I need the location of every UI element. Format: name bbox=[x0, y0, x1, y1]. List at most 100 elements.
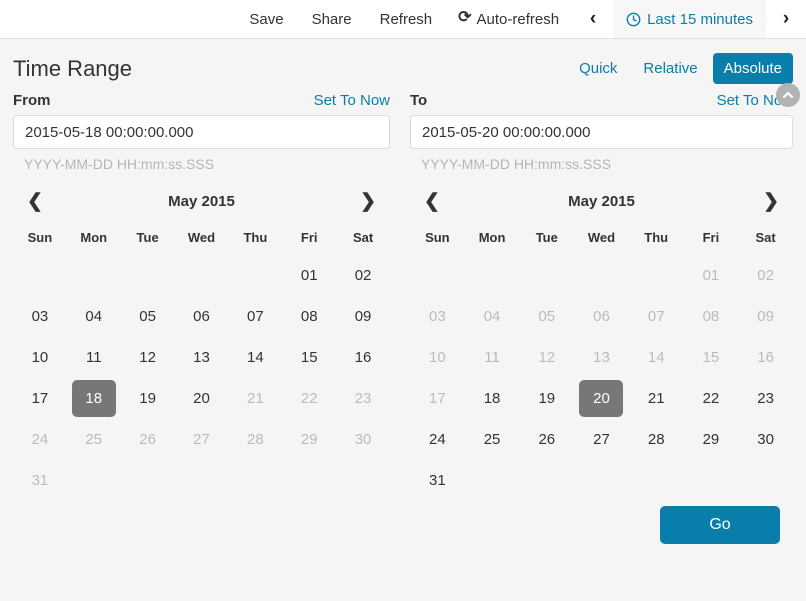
calendar-day[interactable]: 30 bbox=[744, 421, 788, 458]
calendar-cell: 24 bbox=[410, 419, 465, 460]
calendar-day-empty bbox=[579, 462, 623, 499]
day-of-week-header: Sat bbox=[352, 230, 374, 245]
calendar-day[interactable]: 09 bbox=[341, 298, 385, 335]
from-calendar-prev-month-button[interactable]: ❮ bbox=[23, 192, 47, 211]
share-button[interactable]: Share bbox=[298, 0, 366, 38]
calendar-day-empty bbox=[72, 462, 116, 499]
tab-absolute[interactable]: Absolute bbox=[712, 53, 793, 84]
chevron-up-circle-icon[interactable] bbox=[776, 83, 800, 107]
calendar-day[interactable]: 03 bbox=[18, 298, 62, 335]
calendar-day[interactable]: 19 bbox=[525, 380, 569, 417]
calendar-cell: 30 bbox=[336, 419, 390, 460]
calendar-day[interactable]: 26 bbox=[525, 421, 569, 458]
calendar-day[interactable]: 19 bbox=[126, 380, 170, 417]
refresh-button[interactable]: Refresh bbox=[366, 0, 447, 38]
calendar-day[interactable]: 24 bbox=[415, 421, 459, 458]
calendar-cell: 25 bbox=[465, 419, 520, 460]
calendar-day: 15 bbox=[702, 349, 720, 366]
calendar-cell: 28 bbox=[629, 419, 684, 460]
calendar-day-selected[interactable]: 20 bbox=[579, 380, 624, 417]
calendar-day[interactable]: 11 bbox=[72, 339, 116, 376]
calendar-day[interactable]: 16 bbox=[341, 339, 385, 376]
calendar-cell bbox=[465, 460, 520, 501]
to-date-input[interactable] bbox=[410, 115, 793, 149]
calendar-day-empty bbox=[341, 462, 385, 499]
calendar-cell: 20 bbox=[175, 378, 229, 419]
calendar-day[interactable]: 13 bbox=[179, 339, 223, 376]
calendar-day[interactable]: 12 bbox=[126, 339, 170, 376]
calendar-cell bbox=[629, 255, 684, 296]
calendar-day[interactable]: 06 bbox=[179, 298, 223, 335]
calendar-day-empty bbox=[579, 257, 623, 294]
calendar-day[interactable]: 01 bbox=[287, 257, 331, 294]
calendar-day[interactable]: 29 bbox=[689, 421, 733, 458]
calendar-cell bbox=[175, 460, 229, 501]
auto-refresh-button[interactable]: ⟳ Auto-refresh bbox=[446, 0, 573, 38]
calendar-cell: 16 bbox=[336, 337, 390, 378]
calendar-day: 04 bbox=[483, 308, 501, 325]
from-date-input[interactable] bbox=[13, 115, 390, 149]
time-range-next-button[interactable]: › bbox=[766, 0, 806, 38]
from-calendar-title: May 2015 bbox=[168, 192, 235, 210]
calendar-cell: 29 bbox=[684, 419, 739, 460]
calendar-day: 14 bbox=[647, 349, 665, 366]
calendar-day: 21 bbox=[247, 390, 264, 407]
tab-relative[interactable]: Relative bbox=[632, 53, 708, 84]
calendar-day[interactable]: 28 bbox=[634, 421, 678, 458]
calendar-day[interactable]: 14 bbox=[233, 339, 277, 376]
calendar-day-selected[interactable]: 18 bbox=[71, 380, 116, 417]
chevron-left-icon: ‹ bbox=[589, 8, 597, 29]
calendar-day: 10 bbox=[429, 349, 446, 366]
calendar-day: 31 bbox=[31, 472, 49, 489]
calendar-day[interactable]: 21 bbox=[634, 380, 678, 417]
tab-quick[interactable]: Quick bbox=[568, 53, 628, 84]
from-set-to-now-link[interactable]: Set To Now bbox=[314, 92, 390, 109]
time-range-prev-button[interactable]: ‹ bbox=[573, 0, 614, 38]
to-calendar-next-month-button[interactable]: ❯ bbox=[759, 192, 783, 211]
from-calendar: ❮ May 2015 ❯ Sun Mon Tue Wed Thu Fri Sat 01 02 03… bbox=[13, 186, 390, 501]
calendar-day[interactable]: 17 bbox=[18, 380, 62, 417]
time-range-display-button[interactable]: Last 15 minutes bbox=[613, 0, 766, 38]
day-of-week-header: Sun bbox=[27, 230, 53, 245]
calendar-day-empty bbox=[179, 462, 223, 499]
calendar-cell: 18 bbox=[67, 378, 121, 419]
calendar-day[interactable]: 04 bbox=[72, 298, 116, 335]
calendar-day[interactable]: 02 bbox=[341, 257, 385, 294]
calendar-cell bbox=[175, 255, 229, 296]
save-button[interactable]: Save bbox=[235, 0, 297, 38]
calendar-day[interactable]: 15 bbox=[287, 339, 331, 376]
calendar-day[interactable]: 27 bbox=[579, 421, 623, 458]
to-calendar-prev-month-button[interactable]: ❮ bbox=[420, 192, 444, 211]
calendar-day-empty bbox=[287, 462, 331, 499]
calendar-day[interactable]: 23 bbox=[744, 380, 788, 417]
from-calendar-next-month-button[interactable]: ❯ bbox=[356, 192, 380, 211]
calendar-day: 17 bbox=[429, 390, 446, 407]
calendar-day[interactable]: 05 bbox=[126, 298, 170, 335]
calendar-day[interactable]: 10 bbox=[18, 339, 62, 376]
calendar-day[interactable]: 20 bbox=[179, 380, 223, 417]
calendar-day[interactable]: 08 bbox=[287, 298, 331, 335]
panel-footer: Go bbox=[13, 501, 793, 544]
calendar-cell: 04 bbox=[465, 296, 520, 337]
from-to-columns: From Set To Now YYYY-MM-DD HH:mm:ss.SSS … bbox=[13, 92, 793, 501]
calendar-day[interactable]: 25 bbox=[470, 421, 514, 458]
calendar-day: 25 bbox=[85, 431, 103, 448]
to-calendar-title: May 2015 bbox=[568, 192, 635, 210]
calendar-day-empty bbox=[179, 257, 223, 294]
calendar-day: 24 bbox=[31, 431, 49, 448]
calendar-cell: 02 bbox=[738, 255, 793, 296]
calendar-day[interactable]: 18 bbox=[470, 380, 514, 417]
calendar-cell: 01 bbox=[282, 255, 336, 296]
day-of-week-header: Fri bbox=[702, 230, 720, 245]
calendar-cell bbox=[67, 255, 121, 296]
calendar-cell: 04 bbox=[67, 296, 121, 337]
calendar-cell: 19 bbox=[519, 378, 574, 419]
calendar-cell: 09 bbox=[738, 296, 793, 337]
calendar-day[interactable]: 07 bbox=[233, 298, 277, 335]
calendar-cell: 26 bbox=[519, 419, 574, 460]
calendar-day[interactable]: 31 bbox=[415, 462, 459, 499]
calendar-cell: 22 bbox=[684, 378, 739, 419]
calendar-day[interactable]: 22 bbox=[689, 380, 733, 417]
go-button[interactable]: Go bbox=[660, 506, 780, 544]
calendar-cell: 20 bbox=[574, 378, 629, 419]
